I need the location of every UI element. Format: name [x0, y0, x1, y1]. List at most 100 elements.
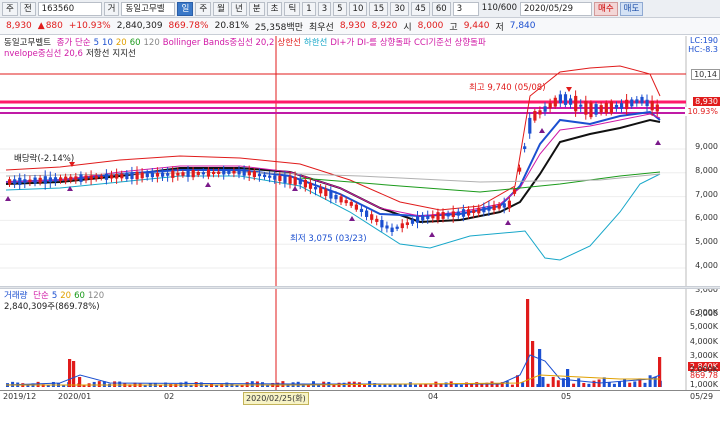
candle-body	[217, 171, 221, 174]
candle-body	[181, 172, 185, 176]
candle-body	[237, 169, 241, 175]
candle-body	[155, 173, 160, 177]
candle-body	[48, 177, 52, 183]
interval-5[interactable]: 5	[333, 1, 347, 16]
candle-body	[171, 170, 175, 178]
stock-name-field[interactable]: 동일고무벨	[121, 1, 176, 16]
candle-body	[329, 191, 333, 199]
period-week-tab[interactable]: 주	[195, 1, 212, 16]
legend-item: 60	[129, 38, 141, 48]
current-price: 8,930	[6, 21, 32, 31]
candle-body	[242, 169, 246, 176]
interval-10[interactable]: 10	[348, 1, 368, 16]
interval-3[interactable]: 3	[317, 1, 332, 16]
interval-60[interactable]: 60	[431, 1, 451, 16]
candle-body	[166, 173, 170, 176]
legend-item: 지지선	[112, 49, 136, 59]
volume-legend-item: 60	[74, 291, 85, 301]
candle-body	[456, 211, 460, 216]
candle-body	[375, 218, 379, 222]
interval-30[interactable]: 30	[390, 1, 410, 16]
candle-body	[161, 172, 165, 177]
price-chart-panel[interactable]: 동일고무벨트 종가 단순 5 10 20 60 120 Bollinger Bands중심선…	[0, 36, 720, 318]
volume-bar	[444, 382, 448, 387]
ma20-line	[5, 118, 661, 224]
quote-bar: 8,930 ▲ 880 +10.93% 2,840,309 869.78% 20…	[0, 18, 720, 35]
candle-body	[426, 215, 430, 219]
low-value: 7,840	[509, 21, 536, 31]
candle-body	[518, 167, 522, 172]
buy-button[interactable]: 매수	[594, 1, 618, 16]
legend-item: nvelope중심선 20,6	[4, 49, 83, 59]
high-line-tag: 10,14	[691, 69, 720, 80]
date-input[interactable]: 2020/05/29	[520, 1, 592, 16]
bollinger-lower-line	[5, 173, 661, 261]
menu-button-2[interactable]: 전	[19, 1, 36, 16]
legend-indicator-list: 종가 단순 5 10 20 60 120 Bollinger Bands중심선 20,2 상한…	[57, 38, 489, 48]
kind-button[interactable]: 거	[103, 1, 120, 16]
volume-bar	[623, 379, 627, 387]
candle-body	[599, 105, 603, 113]
bollinger-upper-line	[5, 65, 661, 211]
y-tick-label: 6,000	[695, 213, 718, 223]
high-label: 고	[449, 22, 458, 33]
annotation-low: 최저 3,075 (03/23)	[290, 234, 367, 244]
period-year-tab[interactable]: 년	[230, 1, 247, 16]
candle-body	[104, 173, 109, 180]
candle-body	[461, 209, 466, 217]
legend-item: 120	[143, 38, 160, 48]
legend-item: 20	[115, 38, 127, 48]
candle-body	[206, 169, 211, 177]
interval-45[interactable]: 45	[411, 1, 430, 16]
candle-body	[482, 206, 486, 213]
volume-legend-name: 거래량	[4, 291, 28, 301]
date-label: 2020/01	[58, 392, 92, 401]
candle-body	[365, 210, 369, 217]
signal-up-arrow-icon	[205, 182, 211, 187]
count-select[interactable]: 3	[452, 1, 479, 16]
interval-1[interactable]: 1	[302, 1, 316, 16]
volume-bar	[510, 384, 514, 387]
period-tick-tab[interactable]: 틱	[284, 1, 301, 16]
period-minute-tab[interactable]: 분	[248, 1, 265, 16]
stock-code-input[interactable]: 163560	[37, 1, 102, 16]
y-tick-label: 4,000	[695, 261, 718, 270]
volume-bar	[648, 375, 652, 387]
signal-up-arrow-icon	[349, 216, 355, 221]
price-legend: 동일고무벨트 종가 단순 5 10 20 60 120 Bollinger Bands중심선…	[4, 38, 492, 60]
candle-body	[492, 204, 496, 211]
candle-body	[110, 174, 114, 179]
candle-body	[472, 210, 476, 213]
price-pct-tag: 10.93%	[685, 107, 720, 116]
corner-label-hc: HC:-8.3	[688, 45, 718, 54]
candle-body	[120, 173, 124, 179]
candle-body	[512, 189, 517, 194]
volume-bar	[36, 381, 40, 387]
sell-button[interactable]: 매도	[619, 1, 644, 16]
period-day-tab[interactable]: 일	[177, 1, 194, 16]
volume-bar	[68, 359, 72, 387]
volume-bar	[419, 384, 423, 387]
period-second-tab[interactable]: 초	[266, 1, 283, 16]
interval-15[interactable]: 15	[369, 1, 389, 16]
menu-button-1[interactable]: 주	[2, 1, 18, 16]
candle-body	[18, 177, 22, 185]
volume-chart-panel[interactable]: 거래량 단순 5 20 60 120 2,840,309주(869.78%) 2,840…	[0, 289, 720, 390]
legend-item: Bollinger Bands중심선 20,2	[162, 38, 275, 48]
volume-value: 2,840,309	[116, 21, 163, 31]
candle-body	[222, 170, 226, 175]
legend-item: CCI기준선 상향돌파	[413, 38, 486, 48]
candle-body	[150, 172, 154, 178]
price-chart-canvas[interactable]	[0, 36, 720, 286]
volume-bar	[429, 384, 433, 387]
best-ask-label: 최우선	[308, 22, 334, 33]
signal-up-arrow-icon	[292, 186, 298, 191]
volume-bar	[470, 384, 474, 387]
y-tick-label: 8,000	[695, 165, 718, 175]
period-month-tab[interactable]: 월	[213, 1, 229, 16]
candle-body	[283, 175, 287, 183]
candle-body	[467, 209, 471, 216]
volume-bar	[658, 357, 662, 387]
volume-bar	[633, 381, 637, 387]
y-tick-label: 5,000	[695, 237, 718, 247]
